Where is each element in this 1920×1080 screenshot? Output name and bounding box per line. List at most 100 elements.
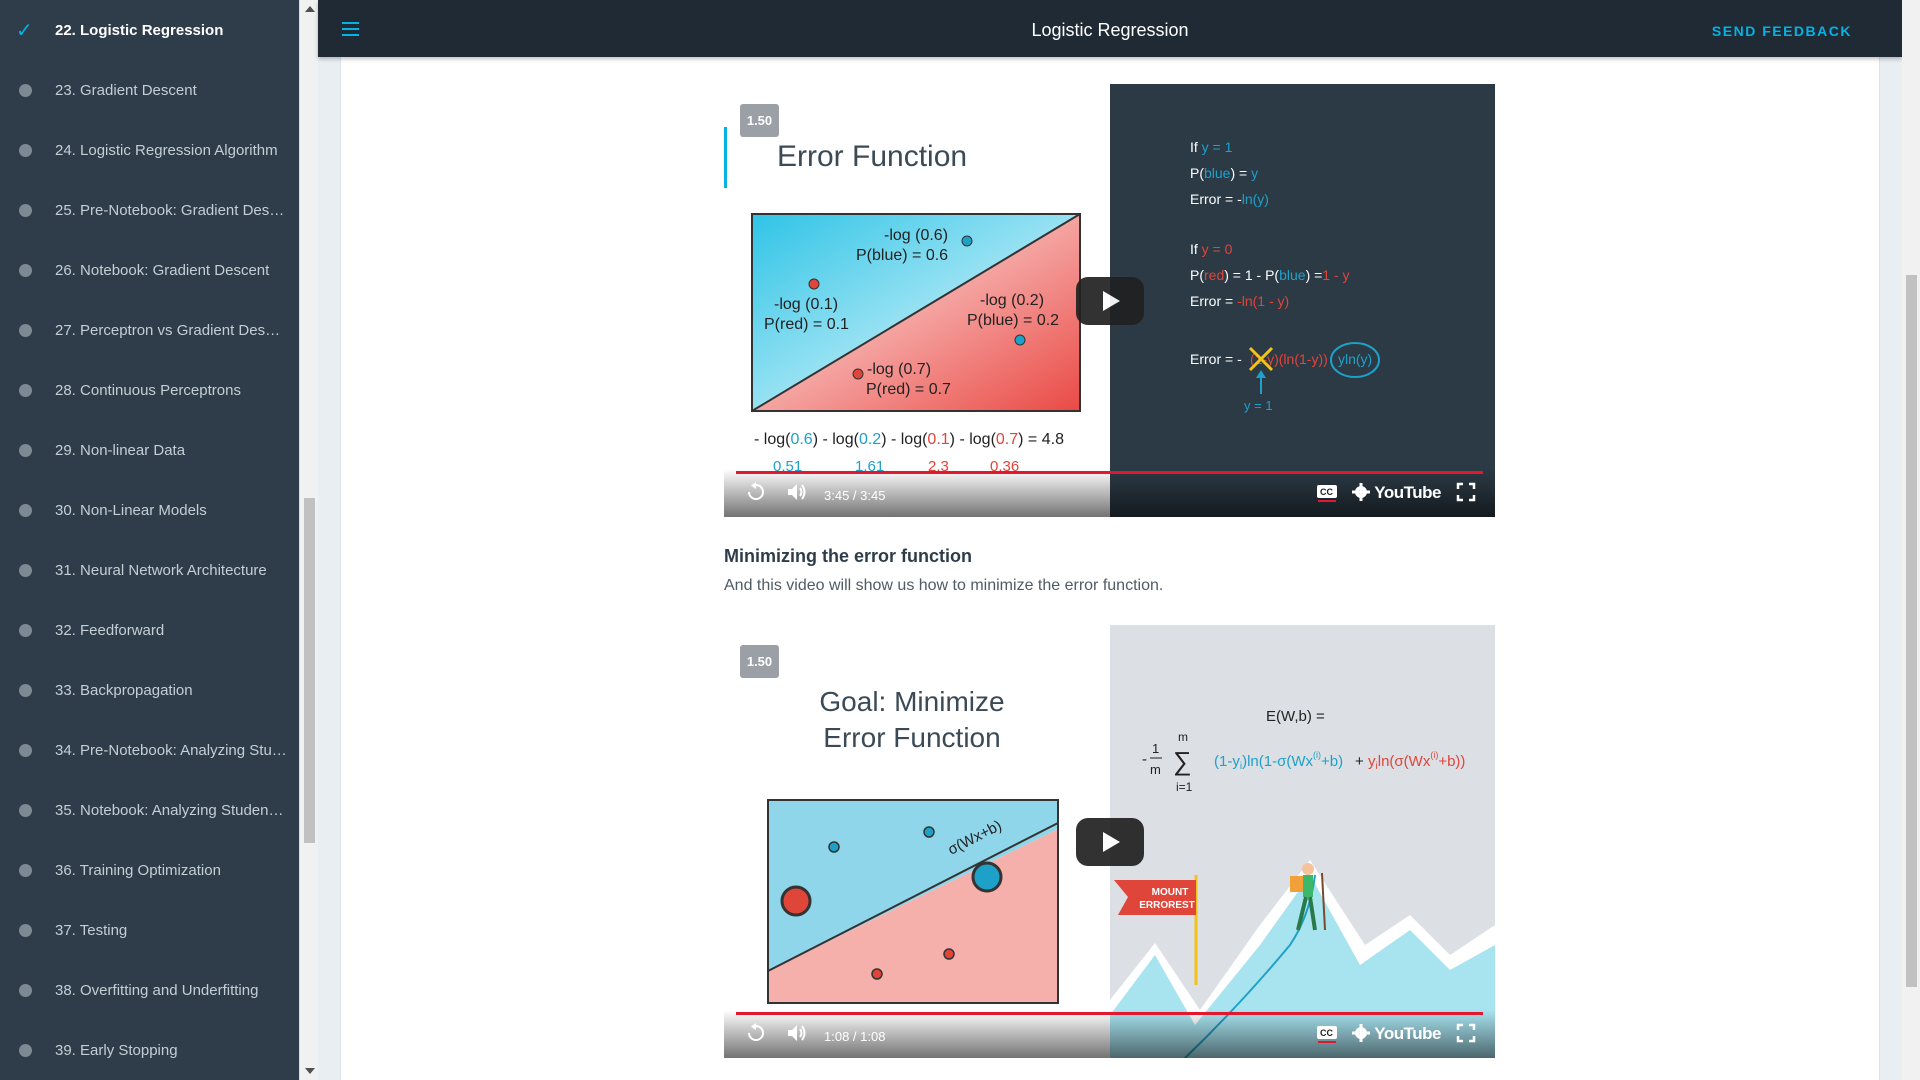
youtube-logo[interactable]: YouTube	[1374, 1024, 1441, 1044]
svg-text:-: -	[1142, 751, 1147, 768]
incomplete-dot-icon	[19, 83, 32, 97]
sidebar-item-label: 36. Training Optimization	[55, 861, 221, 879]
sidebar-item-logistic-regression-algorithm[interactable]: 24. Logistic Regression Algorithm	[0, 120, 299, 180]
incomplete-dot-icon	[19, 983, 32, 997]
incomplete-dot-icon	[19, 803, 32, 817]
scroll-up-arrow-icon[interactable]	[305, 6, 315, 12]
sidebar-scrollbar[interactable]	[299, 0, 318, 1080]
svg-text:1: 1	[1152, 741, 1159, 756]
sidebar-item-label: 24. Logistic Regression Algorithm	[55, 141, 278, 159]
slide-title-line-2: Error Function	[823, 722, 1000, 753]
page-scrollbar-thumb[interactable]	[1906, 275, 1917, 987]
video-slide-right: E(W,b) = - 1 m m ∑ i=1 (1-yi)ln(1-σ(Wx(i…	[1110, 625, 1495, 1058]
youtube-logo[interactable]: YouTube	[1374, 483, 1441, 503]
send-feedback-link[interactable]: SEND FEEDBACK	[1712, 23, 1852, 39]
video-controls-bar: 1:08 / 1:08 CC YouTube	[724, 1010, 1495, 1058]
sidebar-item-feedforward[interactable]: 32. Feedforward	[0, 600, 299, 660]
sidebar-item-label: 34. Pre-Notebook: Analyzing Stud...	[55, 741, 287, 759]
video-progress-bar[interactable]	[736, 471, 1483, 474]
sidebar-item-continuous-perceptrons[interactable]: 28. Continuous Perceptrons	[0, 360, 299, 420]
scroll-down-arrow-icon[interactable]	[305, 1068, 315, 1074]
sidebar-item-label: 35. Notebook: Analyzing Student ...	[55, 801, 287, 819]
playback-speed-badge[interactable]: 1.50	[740, 104, 779, 137]
sidebar-item-label: 29. Non-linear Data	[55, 441, 186, 459]
replay-icon[interactable]	[746, 482, 766, 502]
video-slide-left: Error Function -log (0.6) P(blue) = 0.6 …	[724, 84, 1110, 517]
label-pblue-06: P(blue) = 0.6	[856, 247, 948, 264]
error-function-video[interactable]: Error Function -log (0.6) P(blue) = 0.6 …	[724, 84, 1495, 517]
sidebar-item-label: 25. Pre-Notebook: Gradient Desc...	[55, 201, 287, 219]
sidebar-item-gradient-descent[interactable]: 23. Gradient Descent	[0, 60, 299, 120]
sidebar-item-notebook-analyzing-student[interactable]: 35. Notebook: Analyzing Student ...	[0, 780, 299, 840]
video-controls-bar: 3:45 / 3:45 CC YouTube	[724, 469, 1495, 517]
slide-title: Error Function	[777, 140, 967, 173]
label-log-07: -log (0.7)	[867, 361, 931, 378]
settings-gear-icon[interactable]	[1351, 482, 1371, 502]
svg-text:If y = 0: If y = 0	[1190, 241, 1233, 257]
svg-text:CC: CC	[1320, 487, 1333, 497]
video-slide-right: If y = 1 P(blue) = y Error = -ln(y) If y…	[1110, 84, 1495, 517]
play-button[interactable]	[1076, 277, 1144, 325]
captions-icon[interactable]: CC	[1316, 1023, 1338, 1043]
sidebar-item-notebook-gradient-descent[interactable]: 26. Notebook: Gradient Descent	[0, 240, 299, 300]
playback-speed-badge[interactable]: 1.50	[740, 645, 779, 678]
svg-text:Error = -: Error = -	[1190, 351, 1242, 367]
formula-slide: If y = 1 P(blue) = y Error = -ln(y) If y…	[1190, 139, 1380, 413]
sidebar-scrollbar-thumb[interactable]	[304, 498, 315, 843]
sidebar-item-non-linear-data[interactable]: 29. Non-linear Data	[0, 420, 299, 480]
play-button[interactable]	[1076, 818, 1144, 866]
svg-text:Error = -ln(1 - y): Error = -ln(1 - y)	[1190, 293, 1289, 309]
volume-icon[interactable]	[786, 1023, 808, 1043]
sidebar-item-perceptron-vs-gradient-descent[interactable]: 27. Perceptron vs Gradient Desce...	[0, 300, 299, 360]
settings-gear-icon[interactable]	[1351, 1023, 1371, 1043]
incomplete-dot-icon	[19, 503, 32, 517]
sidebar-item-label: 28. Continuous Perceptrons	[55, 381, 241, 399]
minimize-error-video[interactable]: Goal: Minimize Error Function σ(Wx+b) 1.…	[724, 625, 1495, 1058]
sidebar-item-label: 26. Notebook: Gradient Descent	[55, 261, 270, 279]
incomplete-dot-icon	[19, 383, 32, 397]
label-log-06: -log (0.6)	[884, 227, 948, 244]
sidebar-item-backpropagation[interactable]: 33. Backpropagation	[0, 660, 299, 720]
sidebar-item-label: 39. Early Stopping	[55, 1041, 178, 1059]
svg-text:y = 1: y = 1	[1244, 398, 1273, 413]
incomplete-dot-icon	[19, 743, 32, 757]
sidebar-item-label: 27. Perceptron vs Gradient Desce...	[55, 321, 287, 339]
sidebar-item-neural-network-architecture[interactable]: 31. Neural Network Architecture	[0, 540, 299, 600]
sum-equation: - log(0.6) - log(0.2) - log(0.1) - log(0…	[754, 431, 1064, 448]
svg-text:CC: CC	[1320, 1028, 1333, 1038]
flag-text-line-2: ERROREST	[1139, 900, 1195, 911]
sidebar-item-overfitting-and-underfitting[interactable]: 38. Overfitting and Underfitting	[0, 960, 299, 1020]
sidebar-item-logistic-regression[interactable]: ✓ 22. Logistic Regression	[0, 0, 299, 60]
sidebar-item-label: 37. Testing	[55, 921, 128, 939]
svg-text:P(red) = 1 - P(blue) =1 - y: P(red) = 1 - P(blue) =1 - y	[1190, 267, 1350, 283]
sidebar-item-label: 23. Gradient Descent	[55, 81, 197, 99]
page-scrollbar[interactable]	[1902, 0, 1920, 1080]
section-description: And this video will show us how to minim…	[724, 577, 1164, 594]
sidebar-item-label: 38. Overfitting and Underfitting	[55, 981, 259, 999]
svg-text:∑: ∑	[1173, 746, 1192, 776]
label-pblue-02: P(blue) = 0.2	[967, 312, 1059, 329]
volume-icon[interactable]	[786, 482, 808, 502]
minimize-error-slide: Goal: Minimize Error Function σ(Wx+b)	[767, 686, 1059, 1004]
replay-icon[interactable]	[746, 1023, 766, 1043]
sidebar-item-early-stopping[interactable]: 39. Early Stopping	[0, 1020, 299, 1080]
svg-text:P(blue) = y: P(blue) = y	[1190, 165, 1258, 181]
sidebar-item-training-optimization[interactable]: 36. Training Optimization	[0, 840, 299, 900]
svg-text:If y = 1: If y = 1	[1190, 139, 1233, 155]
sidebar-item-non-linear-models[interactable]: 30. Non-Linear Models	[0, 480, 299, 540]
video-time: 3:45 / 3:45	[824, 488, 886, 503]
video-progress-bar[interactable]	[736, 1012, 1483, 1015]
fullscreen-icon[interactable]	[1456, 1023, 1476, 1043]
sidebar-item-testing[interactable]: 37. Testing	[0, 900, 299, 960]
sidebar-item-pre-notebook-analyzing-student[interactable]: 34. Pre-Notebook: Analyzing Stud...	[0, 720, 299, 780]
captions-icon[interactable]: CC	[1316, 482, 1338, 502]
label-pred-07: P(red) = 0.7	[866, 381, 951, 398]
fullscreen-icon[interactable]	[1456, 482, 1476, 502]
sidebar-item-label: 32. Feedforward	[55, 621, 165, 639]
sidebar-item-label: 30. Non-Linear Models	[55, 501, 207, 519]
incomplete-dot-icon	[19, 143, 32, 157]
sidebar-item-pre-notebook-gradient-descent[interactable]: 25. Pre-Notebook: Gradient Desc...	[0, 180, 299, 240]
incomplete-dot-icon	[19, 623, 32, 637]
video-time: 1:08 / 1:08	[824, 1029, 886, 1044]
incomplete-dot-icon	[19, 1043, 32, 1057]
